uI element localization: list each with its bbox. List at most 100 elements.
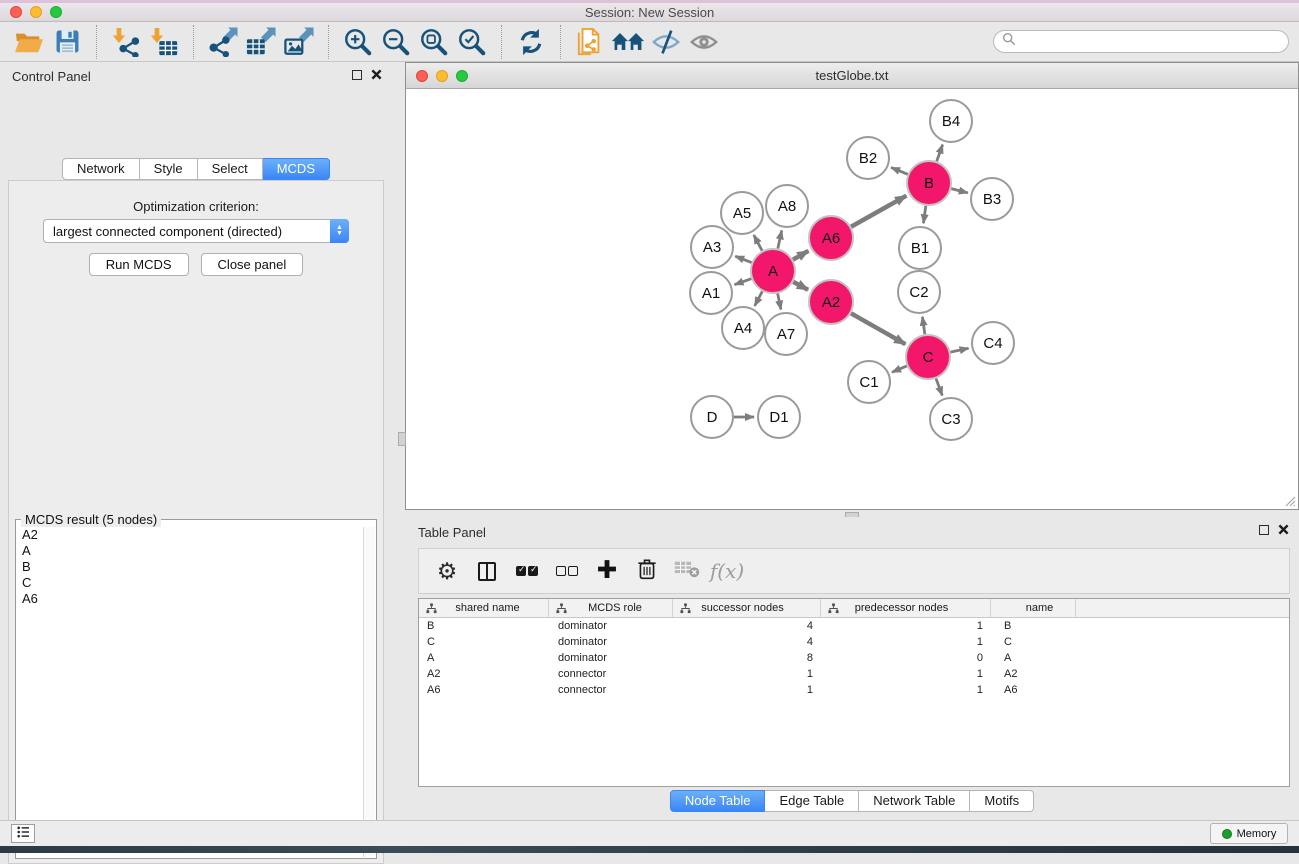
graph-edge-B-B4[interactable]	[937, 145, 943, 162]
export-network-button[interactable]	[204, 26, 242, 58]
minimize-window-button[interactable]	[30, 6, 42, 18]
task-history-button[interactable]	[11, 824, 35, 843]
table-cell[interactable]: B	[419, 620, 549, 632]
zoom-out-button[interactable]	[377, 26, 415, 58]
result-list-scrollbar[interactable]	[363, 527, 375, 857]
graph-edge-A-A1[interactable]	[735, 279, 752, 285]
table-cell[interactable]: B	[991, 620, 1076, 632]
zoom-network-button[interactable]	[456, 70, 468, 82]
tab-motifs[interactable]: Motifs	[970, 790, 1034, 812]
table-cell[interactable]: 4	[673, 636, 821, 648]
table-cell[interactable]: connector	[549, 668, 673, 680]
float-table-panel-icon[interactable]	[1259, 525, 1269, 535]
split-view-button[interactable]	[469, 553, 505, 589]
table-cell[interactable]: connector	[549, 684, 673, 696]
table-cell[interactable]: A	[991, 652, 1076, 664]
table-settings-button[interactable]: ⚙	[429, 553, 465, 589]
graph-edge-C-C4[interactable]	[950, 348, 968, 352]
table-cell[interactable]: 8	[673, 652, 821, 664]
reset-layout-button[interactable]	[609, 26, 647, 58]
table-cell[interactable]: A	[419, 652, 549, 664]
tab-style[interactable]: Style	[140, 158, 198, 180]
tab-network[interactable]: Network	[62, 158, 140, 180]
table-cell[interactable]: A6	[419, 684, 549, 696]
close-panel-button[interactable]: Close panel	[201, 253, 304, 276]
open-session-button[interactable]	[10, 26, 48, 58]
table-cell[interactable]: 1	[821, 620, 991, 632]
table-cell[interactable]: 1	[821, 668, 991, 680]
network-from-document-button[interactable]	[571, 26, 609, 58]
close-table-panel-icon[interactable]	[1278, 524, 1289, 535]
zoom-in-button[interactable]	[339, 26, 377, 58]
graph-edge-A-A2[interactable]	[793, 282, 808, 290]
graph-edge-A-A8[interactable]	[778, 230, 782, 248]
network-canvas[interactable]: B4B2BB3A5A8A6B1A3AC2A1A2A4A7C4CC1C3DD1	[406, 89, 1298, 509]
column-header-mcds-role[interactable]: MCDS role	[549, 599, 673, 617]
graph-edge-A-A5[interactable]	[754, 235, 762, 251]
zoom-window-button[interactable]	[50, 6, 62, 18]
mcds-result-item[interactable]: C	[17, 575, 363, 591]
table-row[interactable]: Adominator80A	[419, 650, 1289, 666]
table-row[interactable]: A6connector11A6	[419, 682, 1289, 698]
tab-select[interactable]: Select	[198, 158, 263, 180]
function-builder-button[interactable]: f(x)	[709, 553, 745, 589]
table-cell[interactable]: 1	[821, 684, 991, 696]
graph-edge-C-C2[interactable]	[922, 317, 924, 334]
memory-button[interactable]: Memory	[1210, 823, 1288, 844]
mcds-result-item[interactable]: B	[17, 559, 363, 575]
graph-edge-B-B2[interactable]	[891, 167, 908, 174]
close-network-button[interactable]	[416, 70, 428, 82]
resize-grip-icon[interactable]	[1283, 494, 1296, 507]
close-window-button[interactable]	[10, 6, 22, 18]
mcds-result-item[interactable]: A	[17, 543, 363, 559]
delete-columns-button[interactable]	[629, 553, 665, 589]
graph-edge-A-A4[interactable]	[755, 291, 763, 306]
graph-edge-B-B1[interactable]	[923, 206, 925, 223]
mcds-result-list[interactable]: A2ABCA6	[17, 527, 363, 857]
refresh-view-button[interactable]	[512, 26, 550, 58]
graph-edge-B-B3[interactable]	[951, 189, 967, 193]
table-cell[interactable]: C	[991, 636, 1076, 648]
table-cell[interactable]: A6	[991, 684, 1076, 696]
unselect-all-columns-button[interactable]	[549, 553, 585, 589]
table-cell[interactable]: 1	[673, 668, 821, 680]
graph-edge-A2-C[interactable]	[851, 313, 905, 344]
show-graphics-details-button[interactable]	[685, 26, 723, 58]
column-header-successor-nodes[interactable]: successor nodes	[673, 599, 821, 617]
table-cell[interactable]: dominator	[549, 620, 673, 632]
export-table-button[interactable]	[242, 26, 280, 58]
search-input[interactable]	[1022, 35, 1288, 49]
table-cell[interactable]: 1	[673, 684, 821, 696]
optimization-criterion-dropdown[interactable]: largest connected component (directed) ▲…	[43, 219, 349, 243]
add-column-button[interactable]	[589, 553, 625, 589]
mcds-result-item[interactable]: A2	[17, 527, 363, 543]
network-graph[interactable]: B4B2BB3A5A8A6B1A3AC2A1A2A4A7C4CC1C3DD1	[406, 89, 1298, 509]
table-row[interactable]: A2connector11A2	[419, 666, 1289, 682]
column-header-name[interactable]: name	[991, 599, 1076, 617]
table-cell[interactable]: A2	[991, 668, 1076, 680]
search-field[interactable]	[993, 30, 1289, 53]
tab-network-table[interactable]: Network Table	[859, 790, 970, 812]
graph-edge-A-A6[interactable]	[793, 251, 808, 260]
tab-node-table[interactable]: Node Table	[670, 790, 766, 812]
zoom-selected-button[interactable]	[453, 26, 491, 58]
graph-edge-A6-B[interactable]	[851, 196, 906, 227]
close-panel-icon[interactable]	[371, 69, 382, 80]
table-cell[interactable]: dominator	[549, 636, 673, 648]
export-image-button[interactable]	[280, 26, 318, 58]
table-cell[interactable]: C	[419, 636, 549, 648]
table-cell[interactable]: dominator	[549, 652, 673, 664]
vertical-splitter-handle[interactable]	[398, 432, 406, 446]
table-row[interactable]: Bdominator41B	[419, 618, 1289, 634]
minimize-network-button[interactable]	[436, 70, 448, 82]
save-session-button[interactable]	[48, 26, 86, 58]
graph-edge-A-A7[interactable]	[778, 294, 781, 310]
run-mcds-button[interactable]: Run MCDS	[89, 253, 189, 276]
tab-mcds[interactable]: MCDS	[263, 158, 330, 180]
tab-edge-table[interactable]: Edge Table	[765, 790, 859, 812]
import-table-button[interactable]	[145, 26, 183, 58]
float-panel-icon[interactable]	[352, 70, 362, 80]
table-cell[interactable]: 4	[673, 620, 821, 632]
table-cell[interactable]: 1	[821, 636, 991, 648]
table-cell[interactable]: A2	[419, 668, 549, 680]
